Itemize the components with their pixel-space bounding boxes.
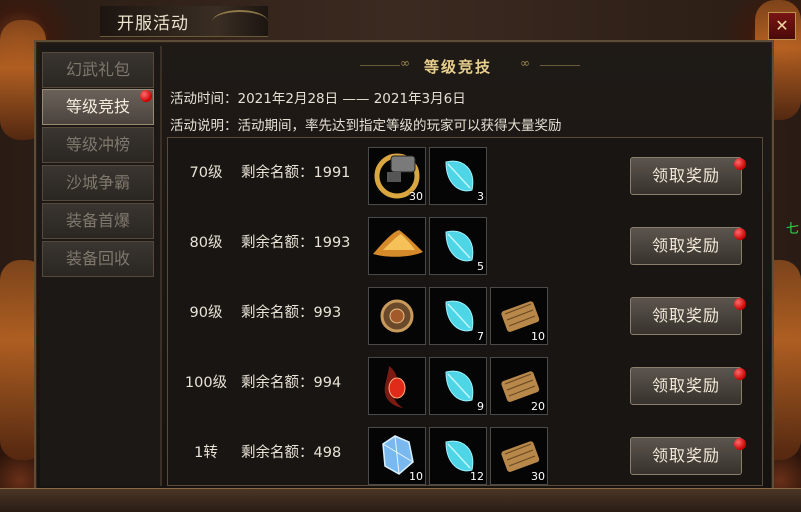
notification-dot [140,90,152,102]
claim-reward-button[interactable]: 领取奖励 [630,367,742,405]
item-count: 20 [531,400,545,413]
reward-slot[interactable]: 20 [490,357,548,415]
activity-time: 活动时间：2021年2月28日 —— 2021年3月6日 [170,91,466,107]
reward-slot[interactable]: 10 [368,427,426,485]
side-tag: 七 [786,222,800,237]
sidebar-item-label: 等级冲榜 [65,135,130,154]
sidebar-item-label: 装备首爆 [65,211,130,230]
close-button[interactable]: ✕ [768,12,796,40]
notification-dot [734,438,746,450]
reward-slot[interactable] [368,217,426,275]
level-label: 100级 [184,375,228,391]
reward-slot[interactable]: 12 [429,427,487,485]
reward-slot[interactable]: 30 [490,427,548,485]
reward-row: 100级 剩余名额：994 9 20 领取奖励 [171,350,757,416]
section-title: 等级竞技 [424,58,493,76]
item-count: 5 [477,260,484,273]
claim-reward-button[interactable]: 领取奖励 [630,297,742,335]
remaining-slots: 剩余名额：1991 [241,165,351,181]
reward-slot[interactable] [368,287,426,345]
reward-row: 80级 剩余名额：1993 5 领取奖励 [171,210,757,276]
section-ornament-right: ∞ [520,56,530,70]
section-line-left [360,65,400,66]
notification-dot [734,228,746,240]
claim-reward-button[interactable]: 领取奖励 [630,437,742,475]
title-ornament [212,10,268,34]
reward-slot[interactable]: 3 [429,147,487,205]
reward-slot[interactable]: 7 [429,287,487,345]
reward-slot[interactable] [368,357,426,415]
item-count: 3 [477,190,484,203]
sidebar-item-3[interactable]: 沙城争霸 [42,165,154,201]
reward-slot[interactable]: 30 [368,147,426,205]
reward-row: 90级 剩余名额：993 7 10 领取奖励 [171,280,757,346]
item-count: 12 [470,470,484,483]
activity-description: 活动说明：活动期间，率先达到指定等级的玩家可以获得大量奖励 [170,118,562,134]
item-count: 30 [409,190,423,203]
remaining-slots: 剩余名额：994 [241,375,342,391]
reward-row: 70级 剩余名额：1991 30 3 领取奖励 [171,140,757,206]
notification-dot [734,368,746,380]
claim-reward-button[interactable]: 领取奖励 [630,157,742,195]
sidebar-item-4[interactable]: 装备首爆 [42,203,154,239]
remaining-slots: 剩余名额：498 [241,445,342,461]
reward-slot[interactable]: 10 [490,287,548,345]
sidebar-item-5[interactable]: 装备回收 [42,241,154,277]
reward-slot[interactable]: 5 [429,217,487,275]
section-ornament-left: ∞ [400,56,410,70]
sidebar-item-label: 装备回收 [65,249,130,268]
sidebar-item-label: 沙城争霸 [65,173,130,192]
claim-reward-button[interactable]: 领取奖励 [630,227,742,265]
sidebar-item-2[interactable]: 等级冲榜 [42,127,154,163]
level-label: 80级 [189,235,223,251]
item-count: 10 [409,470,423,483]
gold-pile-icon [373,230,423,257]
sidebar-item-1[interactable]: 等级竞技 [42,89,154,125]
item-count: 9 [477,400,484,413]
item-count: 30 [531,470,545,483]
shield-orb-icon [380,299,414,333]
red-gem-amulet-icon [384,366,406,408]
remaining-slots: 剩余名额：1993 [241,235,351,251]
level-label: 70级 [189,165,223,181]
notification-dot [734,158,746,170]
item-count: 7 [477,330,484,343]
sidebar-item-label: 等级竞技 [65,97,130,116]
sidebar-item-label: 幻武礼包 [65,60,130,79]
sidebar-item-0[interactable]: 幻武礼包 [42,52,154,88]
reward-slot[interactable]: 9 [429,357,487,415]
reward-row: 1转 剩余名额：498 10 12 30 领取奖励 [171,420,757,486]
item-count: 10 [531,330,545,343]
bottom-rail [0,488,801,512]
window-title: 开服活动 [117,14,189,34]
notification-dot [734,298,746,310]
remaining-slots: 剩余名额：993 [241,305,342,321]
level-label: 1转 [194,445,218,461]
section-line-right [540,65,580,66]
level-label: 90级 [189,305,223,321]
